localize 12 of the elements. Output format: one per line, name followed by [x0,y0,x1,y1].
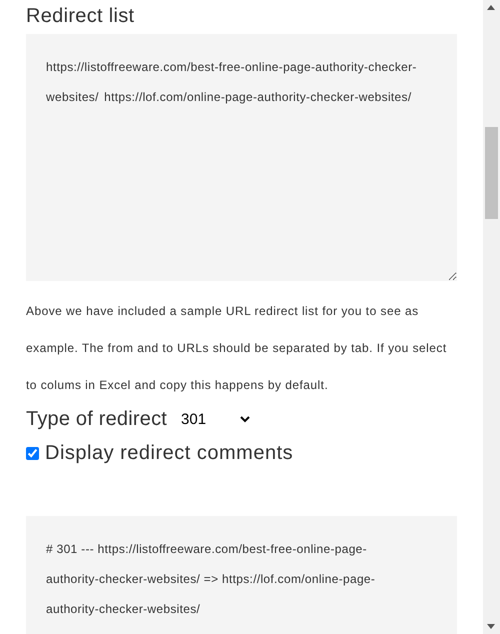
description-text: Above we have included a sample URL redirect list for you to see as example. The from and to URLs should be separated by tab. If you select to colums in Excel and copy this happens by default. [26,303,448,394]
section-heading: Redirect list [26,4,136,29]
scrollbar-thumb[interactable] [485,127,498,219]
scroll-up-icon[interactable] [487,5,495,10]
output-field[interactable]: # 301 --- https://listoffreeware.com/best-free-online-page-authority-checker-websites/ => https://lof.com/online-page-authority-checker-websites/ [26,516,457,634]
redirect-type-label: Type of redirect [26,407,168,432]
comments-checkbox[interactable] [26,446,39,460]
redirect-list-field[interactable]: https://listoffreeware.com/best-free-online-page-authority-checker-websites/ https://lof.com/online-page-authority-checker-websites/ [26,34,457,281]
redirect-type-select[interactable]: 301 [173,410,254,428]
scroll-down-icon[interactable] [487,624,495,629]
scrollbar[interactable] [483,0,500,634]
comments-label: Display redirect comments [45,441,294,466]
